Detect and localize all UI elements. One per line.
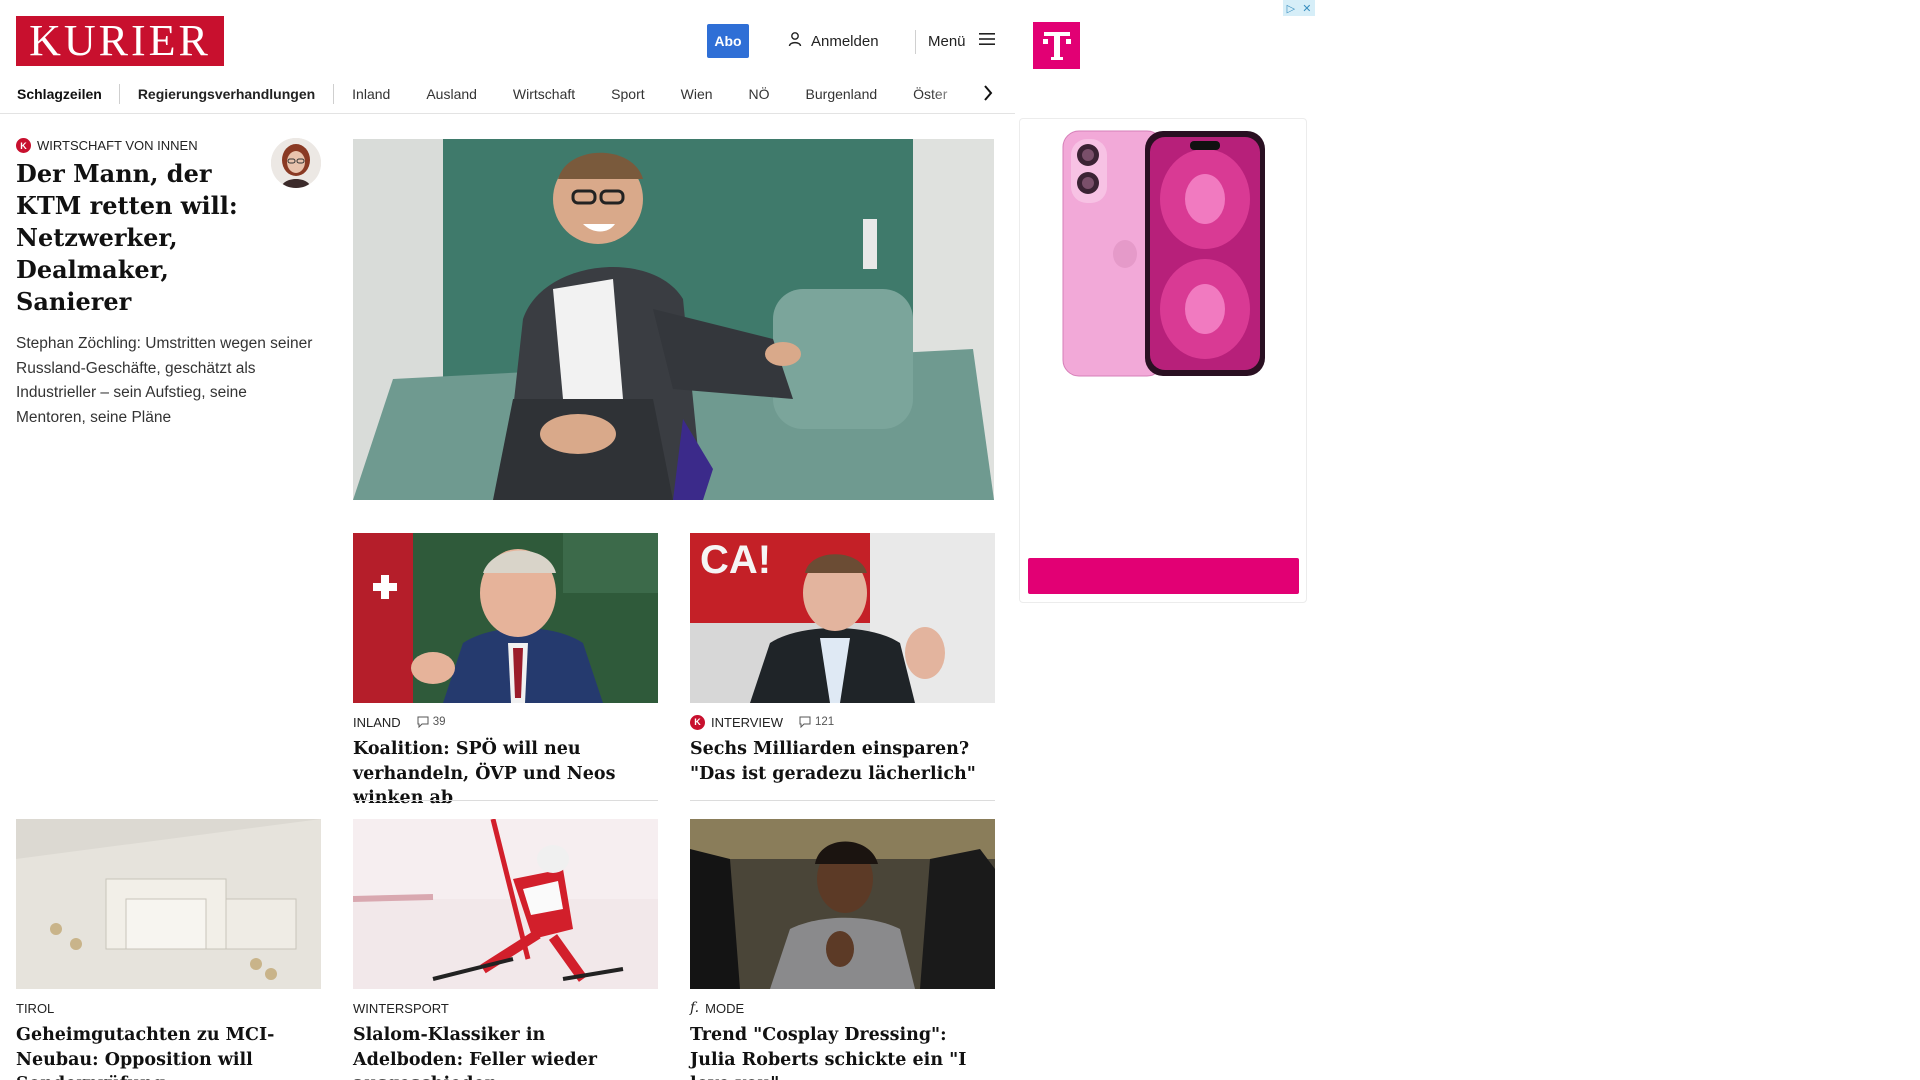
article-image[interactable]: CA! [690,533,995,703]
article-kicker: INTERVIEW [711,714,783,730]
nav-item-schlagzeilen[interactable]: Schlagzeilen [0,86,119,102]
chevron-right-icon [984,85,993,101]
article-kicker: WINTERSPORT [353,1000,449,1016]
nav-item-burgenland[interactable]: Burgenland [788,86,896,102]
hero-teaser: Stephan Zöchling: Umstritten wegen seine… [16,335,313,426]
comment-count[interactable]: 39 [417,716,446,728]
article-card[interactable]: INLAND 39 Koalition: SPÖ will neu verhan… [353,533,658,811]
nav-item-wien[interactable]: Wien [663,86,731,102]
header-divider [915,30,916,54]
telekom-t-icon [1042,31,1071,60]
article-image[interactable] [16,819,321,989]
menu-label: Menü [928,32,966,50]
article-kicker: MODE [705,1000,745,1016]
author-avatar [271,138,321,188]
nav-item-noe[interactable]: NÖ [731,86,788,102]
article-card[interactable]: TIROL Geheimgutachten zu MCI-Neubau: Opp… [16,819,321,1080]
comment-count-value: 39 [432,716,446,728]
nav-scroll-right-button[interactable] [978,80,998,106]
comment-count-value: 121 [815,716,835,728]
article-image[interactable] [690,819,995,989]
hero-article[interactable]: K WIRTSCHAFT VON INNEN Der Mann, der KTM… [16,138,321,430]
user-icon [787,31,803,51]
abo-button[interactable]: Abo [707,24,749,58]
kurier-plus-icon: K [690,714,705,730]
ad-choices-icon[interactable]: ▷ ✕ [1283,0,1315,16]
nav-item-regierungsverhandlungen[interactable]: Regierungsverhandlungen [120,86,333,102]
article-meta: WINTERSPORT [353,1000,658,1016]
kurier-plus-icon: K [16,138,31,153]
advertisement[interactable] [1019,118,1307,603]
nav-item-inland[interactable]: Inland [334,86,408,102]
nav-item-sport[interactable]: Sport [593,86,662,102]
article-card[interactable]: WINTERSPORT Slalom-Klassiker in Adelbode… [353,819,658,1080]
hamburger-icon [978,32,996,50]
login-button[interactable]: Anmelden [787,28,879,54]
phone-ad-image [1062,130,1265,377]
close-icon[interactable]: ✕ [1302,2,1311,15]
article-title[interactable]: Sechs Milliarden einsparen? "Das ist ger… [690,737,995,786]
kurier-logo[interactable]: KURIER [16,16,224,66]
freizeit-icon: f. [690,1000,700,1016]
logo-text: KURIER [29,16,211,65]
hero-title[interactable]: Der Mann, der KTM retten will: Netz­werk… [16,158,256,318]
article-title[interactable]: Geheimgutachten zu MCI-Neubau: Oppositio… [16,1023,321,1080]
menu-button[interactable]: Menü [928,28,996,54]
section-divider [690,800,995,801]
article-kicker: TIROL [16,1000,55,1016]
article-kicker: INLAND [353,714,401,730]
article-meta: TIROL [16,1000,321,1016]
article-image[interactable] [353,533,658,703]
article-meta: INLAND 39 [353,714,658,730]
article-card[interactable]: CA! K INTERVIEW 121 Sechs Milliarden ein… [690,533,995,786]
article-title[interactable]: Trend "Cosplay Dressing": Julia Roberts … [690,1023,995,1080]
article-meta: K INTERVIEW 121 [690,714,995,730]
play-icon: ▷ [1286,2,1296,15]
hero-image[interactable] [353,139,994,500]
hero-kicker-label: WIRTSCHAFT VON INNEN [37,138,198,153]
article-title[interactable]: Slalom-Klassiker in Adelboden: Feller wi… [353,1023,658,1080]
nav-bottom-rule [0,113,1015,114]
telekom-logo[interactable] [1033,22,1080,69]
article-meta: f. MODE [690,1000,995,1016]
article-image[interactable] [353,819,658,989]
nav-item-wirtschaft[interactable]: Wirtschaft [495,86,593,102]
comment-icon [799,716,811,728]
login-label: Anmelden [811,32,879,50]
ad-cta-button[interactable] [1028,558,1299,594]
comment-count[interactable]: 121 [799,716,834,728]
section-navigation: Schlagzeilen Regierungsverhandlungen Inl… [0,76,1000,112]
article-card[interactable]: f. MODE Trend "Cosplay Dressing": Julia … [690,819,995,1080]
svg-text:CA!: CA! [700,538,771,582]
nav-item-ausland[interactable]: Ausland [408,86,495,102]
comment-icon [417,716,429,728]
section-divider [353,800,658,801]
